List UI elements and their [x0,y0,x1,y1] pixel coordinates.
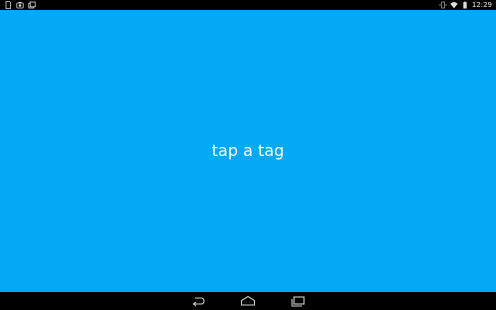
sim-card-icon [4,1,12,9]
back-icon [190,295,206,307]
vibrate-icon [439,1,447,9]
tap-a-tag-message: tap a tag [211,141,285,160]
main-screen[interactable]: tap a tag [0,10,496,292]
wifi-icon [450,1,458,9]
status-notifications [4,1,36,9]
photos-icon [28,1,36,9]
battery-icon [461,1,469,9]
home-button[interactable] [240,295,256,307]
status-bar: 12:29 [0,0,496,10]
home-icon [240,295,256,307]
back-button[interactable] [190,295,206,307]
recent-apps-button[interactable] [290,295,306,307]
navigation-bar [0,292,496,310]
status-system: 12:29 [439,0,492,10]
status-time: 12:29 [471,1,492,9]
recent-apps-icon [290,295,306,307]
camera-icon [16,1,24,9]
